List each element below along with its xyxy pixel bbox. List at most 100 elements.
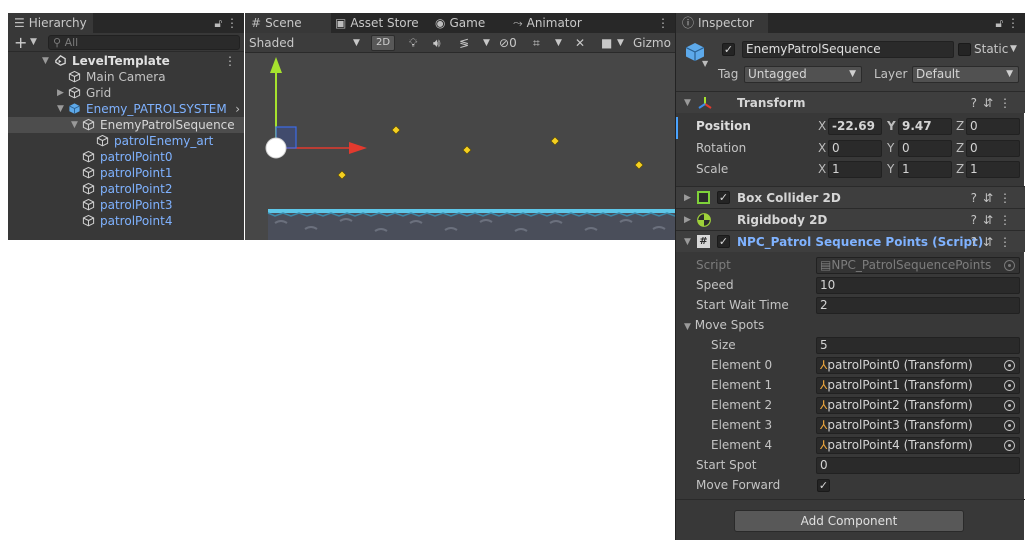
script-enabled-checkbox[interactable]: ✓ — [717, 235, 730, 248]
start-spot-field[interactable]: 0 — [816, 457, 1020, 474]
rotation-y-field[interactable]: 0 — [898, 140, 952, 157]
kebab-menu-icon[interactable]: ⋮ — [999, 213, 1017, 227]
hierarchy-row-enemy-patrolsystem[interactable]: ▼ Enemy_PATROLSYSTEM › — [8, 101, 244, 117]
hierarchy-row-patrolenemy-art[interactable]: patrolEnemy_art — [8, 133, 244, 149]
rigidbody-2d-component-header[interactable]: ▶ Rigidbody 2D ?⇵⋮ — [676, 208, 1025, 230]
position-z-field[interactable]: 0 — [966, 118, 1020, 135]
hidden-objects-eye-icon[interactable]: ⊘ 0 — [499, 33, 517, 53]
help-icon[interactable]: ? — [971, 235, 983, 249]
hierarchy-row-patrolpoint2[interactable]: patrolPoint2 — [8, 181, 244, 197]
chevron-down-icon[interactable]: ▼ — [483, 33, 490, 53]
patrol-point-marker[interactable] — [634, 160, 644, 170]
expand-arrow-icon[interactable]: ▼ — [684, 92, 691, 114]
lighting-bulb-icon[interactable]: 💡︎ — [409, 33, 417, 53]
object-picker-icon[interactable] — [1004, 400, 1015, 411]
kebab-menu-icon[interactable]: ⋮ — [999, 235, 1017, 249]
tab-scene[interactable]: # Scene — [245, 13, 331, 33]
start-wait-time-field[interactable]: 2 — [816, 297, 1020, 314]
hierarchy-row-leveltemplate[interactable]: ▼ LevelTemplate ⋮ — [8, 53, 244, 69]
object-picker-icon[interactable] — [1004, 440, 1015, 451]
hierarchy-row-enemypatrolsequence[interactable]: ▼ EnemyPatrolSequence — [8, 117, 244, 133]
tools-icon[interactable]: ✕ — [575, 33, 585, 53]
hierarchy-row-patrolpoint1[interactable]: patrolPoint1 — [8, 165, 244, 181]
tab-inspector[interactable]: ⓘ Inspector — [676, 13, 768, 33]
speed-field[interactable]: 10 — [816, 277, 1020, 294]
hierarchy-row-patrolpoint4[interactable]: patrolPoint4 — [8, 213, 244, 229]
create-plus-icon[interactable]: + — [14, 33, 27, 52]
patrol-point-marker[interactable] — [337, 170, 347, 180]
npc-patrol-script-component-header[interactable]: ▼ # ✓ NPC_Patrol Sequence Points (Script… — [676, 230, 1025, 252]
array-size-field[interactable]: 5 — [816, 337, 1020, 354]
preset-sliders-icon[interactable]: ⇵ — [983, 96, 999, 110]
box-collider-2d-component-header[interactable]: ▶ ✓ Box Collider 2D ?⇵⋮ — [676, 186, 1025, 208]
kebab-menu-icon[interactable]: ⋮ — [657, 16, 669, 30]
static-dropdown-icon[interactable]: ▼ — [1010, 41, 1017, 58]
rotation-z-field[interactable]: 0 — [966, 140, 1020, 157]
object-name-field[interactable]: EnemyPatrolSequence — [742, 41, 954, 58]
icon-dropdown-icon[interactable]: ▼ — [702, 59, 708, 68]
element-1-transform-field[interactable]: ⅄patrolPoint1 (Transform) — [816, 377, 1020, 394]
scale-y-field[interactable]: 1 — [898, 161, 952, 178]
help-icon[interactable]: ? — [971, 191, 983, 205]
preset-sliders-icon[interactable]: ⇵ — [983, 191, 999, 205]
preset-sliders-icon[interactable]: ⇵ — [983, 235, 999, 249]
rotation-x-field[interactable]: 0 — [828, 140, 882, 157]
collapsed-arrow-icon[interactable]: ▶ — [57, 85, 64, 101]
toggle-2d-button[interactable]: 2D — [371, 35, 396, 51]
static-checkbox[interactable] — [958, 43, 971, 56]
lock-icon[interactable]: 🔓︎ — [214, 16, 222, 30]
patrol-enemy-sprite[interactable] — [265, 137, 287, 159]
scale-x-field[interactable]: 1 — [828, 161, 882, 178]
expand-arrow-icon[interactable]: ▼ — [684, 231, 691, 253]
position-y-field[interactable]: 9.47 — [898, 118, 952, 135]
move-spots-foldout[interactable]: ▼ Move Spots — [684, 316, 764, 334]
patrol-point-marker[interactable] — [462, 145, 472, 155]
lock-icon[interactable]: 🔓︎ — [995, 16, 1003, 30]
open-prefab-chevron-icon[interactable]: › — [235, 101, 240, 117]
scene-viewport[interactable] — [245, 53, 675, 240]
kebab-menu-icon[interactable]: ⋮ — [999, 96, 1017, 110]
expand-arrow-icon[interactable]: ▼ — [71, 117, 78, 133]
gizmo-y-arrow[interactable] — [270, 57, 282, 73]
chevron-down-icon[interactable]: ▼ — [353, 33, 360, 53]
patrol-point-marker[interactable] — [550, 136, 560, 146]
kebab-menu-icon[interactable]: ⋮ — [1007, 16, 1019, 30]
kebab-menu-icon[interactable]: ⋮ — [226, 16, 238, 30]
hierarchy-row-patrolpoint0[interactable]: patrolPoint0 — [8, 149, 244, 165]
layer-dropdown[interactable]: Default ▼ — [912, 66, 1019, 83]
element-4-transform-field[interactable]: ⅄patrolPoint4 (Transform) — [816, 437, 1020, 454]
box-collider-enabled-checkbox[interactable]: ✓ — [717, 191, 730, 204]
create-dropdown-icon[interactable]: ▼ — [30, 34, 37, 51]
object-picker-icon[interactable] — [1004, 360, 1015, 371]
scale-z-field[interactable]: 1 — [966, 161, 1020, 178]
tag-dropdown[interactable]: Untagged ▼ — [744, 66, 862, 83]
patrol-point-marker[interactable] — [391, 125, 401, 135]
add-component-button[interactable]: Add Component — [734, 510, 964, 532]
help-icon[interactable]: ? — [971, 96, 983, 110]
hierarchy-row-grid[interactable]: ▶ Grid — [8, 85, 244, 101]
grid-snap-icon[interactable]: ⌗ — [533, 33, 540, 53]
preset-sliders-icon[interactable]: ⇵ — [983, 213, 999, 227]
tab-game[interactable]: ◉ Game — [429, 13, 491, 33]
transform-component-header[interactable]: ▼ Transform ?⇵⋮ — [676, 91, 1025, 113]
hierarchy-row-main-camera[interactable]: Main Camera — [8, 69, 244, 85]
element-0-transform-field[interactable]: ⅄patrolPoint0 (Transform) — [816, 357, 1020, 374]
active-checkbox[interactable]: ✓ — [722, 43, 735, 56]
element-3-transform-field[interactable]: ⅄patrolPoint3 (Transform) — [816, 417, 1020, 434]
element-2-transform-field[interactable]: ⅄patrolPoint2 (Transform) — [816, 397, 1020, 414]
hierarchy-row-patrolpoint3[interactable]: patrolPoint3 — [8, 197, 244, 213]
camera-icon[interactable]: ■ — [601, 33, 612, 53]
move-forward-checkbox[interactable]: ✓ — [817, 479, 830, 492]
collapsed-arrow-icon[interactable]: ▶ — [684, 187, 691, 209]
chevron-down-icon[interactable]: ▼ — [617, 33, 624, 53]
kebab-menu-icon[interactable]: ⋮ — [999, 191, 1017, 205]
effects-icon[interactable]: ≶ — [459, 33, 469, 53]
chevron-down-icon[interactable]: ▼ — [555, 33, 562, 53]
help-icon[interactable]: ? — [971, 213, 983, 227]
audio-speaker-icon[interactable]: 🔊︎ — [433, 33, 441, 53]
row-kebab-icon[interactable]: ⋮ — [224, 53, 236, 69]
position-x-field[interactable]: -22.69 — [828, 118, 882, 135]
collapsed-arrow-icon[interactable]: ▶ — [684, 209, 691, 231]
tab-hierarchy[interactable]: ☰ Hierarchy — [8, 13, 93, 33]
tab-asset-store[interactable]: ▣ Asset Store — [329, 13, 425, 33]
